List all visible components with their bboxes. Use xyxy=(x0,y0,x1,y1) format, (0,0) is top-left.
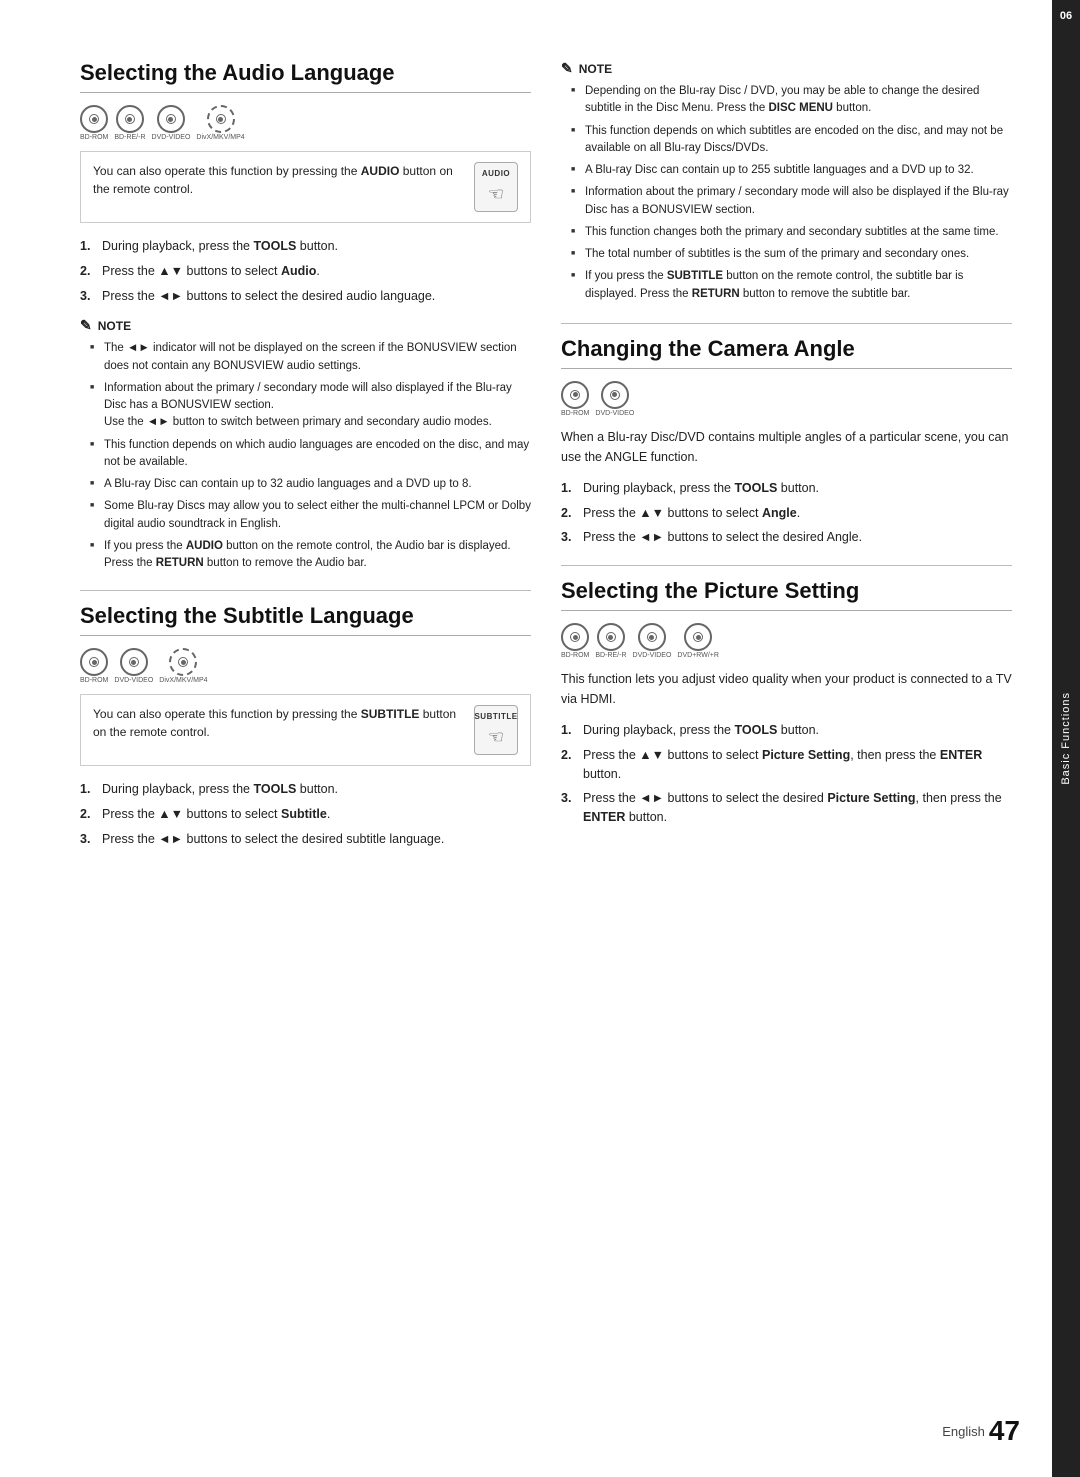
camera-disc-icons: BD-ROM DVD-VIDEO xyxy=(561,381,1012,417)
subtitle-note: ✎ NOTE Depending on the Blu-ray Disc / D… xyxy=(561,60,1012,303)
picture-step-2: 2. Press the ▲▼ buttons to select Pictur… xyxy=(561,746,1012,784)
disc-icon-bdrom-cam: BD-ROM xyxy=(561,381,589,417)
picture-setting-section: Selecting the Picture Setting BD-ROM BD-… xyxy=(561,578,1012,827)
side-tab: 06 Basic Functions xyxy=(1052,0,1080,1477)
camera-step-3: 3. Press the ◄► buttons to select the de… xyxy=(561,528,1012,547)
audio-remote-button: AUDIO ☜ xyxy=(474,162,518,212)
camera-intro: When a Blu-ray Disc/DVD contains multipl… xyxy=(561,427,1012,467)
chapter-label: Basic Functions xyxy=(1060,692,1072,785)
divider-picture xyxy=(561,565,1012,566)
subtitle-language-title: Selecting the Subtitle Language xyxy=(80,603,531,636)
audio-info-box: You can also operate this function by pr… xyxy=(80,151,531,223)
subtitle-step-3: 3. Press the ◄► buttons to select the de… xyxy=(80,830,531,849)
subtitle-note-list: Depending on the Blu-ray Disc / DVD, you… xyxy=(561,83,1012,303)
note-icon-right: ✎ xyxy=(561,60,573,77)
note-item: The ◄► indicator will not be displayed o… xyxy=(90,340,531,375)
subtitle-note-header: ✎ NOTE xyxy=(561,60,1012,77)
disc-icon-dvd-sub: DVD-VIDEO xyxy=(114,648,153,684)
picture-intro: This function lets you adjust video qual… xyxy=(561,669,1012,709)
camera-angle-title: Changing the Camera Angle xyxy=(561,336,1012,369)
right-column: ✎ NOTE Depending on the Blu-ray Disc / D… xyxy=(561,60,1012,1437)
subtitle-remote-button: SUBTITLE ☜ xyxy=(474,705,518,755)
subtitle-steps: 1. During playback, press the TOOLS butt… xyxy=(80,780,531,848)
note-item: Some Blu-ray Discs may allow you to sele… xyxy=(90,498,531,533)
disc-icon-divx: DivX/MKV/MP4 xyxy=(196,105,244,141)
audio-note: ✎ NOTE The ◄► indicator will not be disp… xyxy=(80,317,531,572)
audio-language-title: Selecting the Audio Language xyxy=(80,60,531,93)
picture-steps: 1. During playback, press the TOOLS butt… xyxy=(561,721,1012,827)
note-item: Depending on the Blu-ray Disc / DVD, you… xyxy=(571,83,1012,118)
subtitle-step-2: 2. Press the ▲▼ buttons to select Subtit… xyxy=(80,805,531,824)
chapter-number: 06 xyxy=(1060,10,1072,22)
subtitle-step-1: 1. During playback, press the TOOLS butt… xyxy=(80,780,531,799)
note-item: A Blu-ray Disc can contain up to 255 sub… xyxy=(571,162,1012,179)
disc-icon-bdre-pic: BD-RE/-R xyxy=(595,623,626,659)
note-item: A Blu-ray Disc can contain up to 32 audi… xyxy=(90,476,531,493)
audio-step-2: 2. Press the ▲▼ buttons to select Audio. xyxy=(80,262,531,281)
audio-disc-icons: BD-ROM BD-RE/-R DVD-VIDEO DivX/MKV/MP4 xyxy=(80,105,531,141)
note-item: If you press the AUDIO button on the rem… xyxy=(90,538,531,573)
main-content: Selecting the Audio Language BD-ROM BD-R… xyxy=(0,0,1052,1477)
camera-step-2: 2. Press the ▲▼ buttons to select Angle. xyxy=(561,504,1012,523)
audio-language-section: Selecting the Audio Language BD-ROM BD-R… xyxy=(80,60,531,572)
disc-icon-dvd-pic: DVD-VIDEO xyxy=(633,623,672,659)
subtitle-info-text: You can also operate this function by pr… xyxy=(93,705,464,741)
camera-steps: 1. During playback, press the TOOLS butt… xyxy=(561,479,1012,547)
subtitle-disc-icons: BD-ROM DVD-VIDEO DivX/MKV/MP4 xyxy=(80,648,531,684)
disc-icon-divx-sub: DivX/MKV/MP4 xyxy=(159,648,207,684)
divider-camera xyxy=(561,323,1012,324)
audio-steps: 1. During playback, press the TOOLS butt… xyxy=(80,237,531,305)
page-lang: English xyxy=(942,1424,985,1439)
audio-note-header: ✎ NOTE xyxy=(80,317,531,334)
picture-disc-icons: BD-ROM BD-RE/-R DVD-VIDEO DVD+RW/+R xyxy=(561,623,1012,659)
disc-icon-dvd-cam: DVD-VIDEO xyxy=(595,381,634,417)
note-icon: ✎ xyxy=(80,317,92,334)
note-item: The total number of subtitles is the sum… xyxy=(571,246,1012,263)
left-column: Selecting the Audio Language BD-ROM BD-R… xyxy=(80,60,531,1437)
page-container: Selecting the Audio Language BD-ROM BD-R… xyxy=(0,0,1080,1477)
audio-note-list: The ◄► indicator will not be displayed o… xyxy=(80,340,531,572)
picture-step-3: 3. Press the ◄► buttons to select the de… xyxy=(561,789,1012,827)
audio-info-text: You can also operate this function by pr… xyxy=(93,162,464,198)
note-item: Information about the primary / secondar… xyxy=(571,184,1012,219)
disc-icon-bdrom-pic: BD-ROM xyxy=(561,623,589,659)
subtitle-language-section: Selecting the Subtitle Language BD-ROM D… xyxy=(80,603,531,848)
audio-step-3: 3. Press the ◄► buttons to select the de… xyxy=(80,287,531,306)
note-item: If you press the SUBTITLE button on the … xyxy=(571,268,1012,303)
note-item: This function changes both the primary a… xyxy=(571,224,1012,241)
disc-icon-bdrom: BD-ROM xyxy=(80,105,108,141)
picture-setting-title: Selecting the Picture Setting xyxy=(561,578,1012,611)
disc-icon-dvdrw-pic: DVD+RW/+R xyxy=(677,623,719,659)
note-item: This function depends on which subtitles… xyxy=(571,123,1012,158)
page-number: 47 xyxy=(989,1415,1020,1447)
camera-step-1: 1. During playback, press the TOOLS butt… xyxy=(561,479,1012,498)
disc-icon-bdrom-sub: BD-ROM xyxy=(80,648,108,684)
note-item: This function depends on which audio lan… xyxy=(90,437,531,472)
disc-icon-dvd: DVD-VIDEO xyxy=(152,105,191,141)
camera-angle-section: Changing the Camera Angle BD-ROM DVD-VID… xyxy=(561,336,1012,547)
audio-step-1: 1. During playback, press the TOOLS butt… xyxy=(80,237,531,256)
note-item: Information about the primary / secondar… xyxy=(90,380,531,432)
divider-subtitle xyxy=(80,590,531,591)
page-footer: English 47 xyxy=(942,1415,1020,1447)
disc-icon-bdre: BD-RE/-R xyxy=(114,105,145,141)
subtitle-info-box: You can also operate this function by pr… xyxy=(80,694,531,766)
picture-step-1: 1. During playback, press the TOOLS butt… xyxy=(561,721,1012,740)
